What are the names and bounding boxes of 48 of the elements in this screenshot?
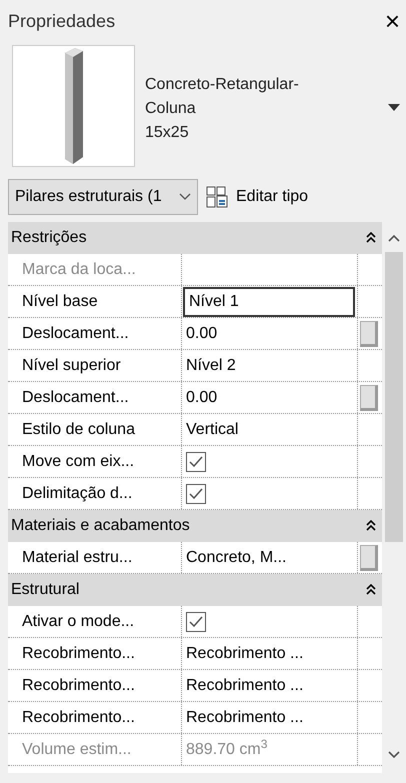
property-label: Estilo de coluna xyxy=(22,420,135,440)
property-value: Recobrimento ... xyxy=(186,708,304,728)
edit-type-button[interactable]: Editar tipo xyxy=(206,185,308,209)
property-label: Ativar o mode... xyxy=(22,612,134,632)
check-icon xyxy=(188,614,204,628)
property-label: Nível superior xyxy=(22,356,121,376)
property-value: Nível 2 xyxy=(186,356,236,376)
panel-title: Propriedades xyxy=(8,10,116,33)
close-button[interactable]: × xyxy=(384,8,400,34)
property-label: Recobrimento... xyxy=(22,708,135,728)
collapse-icon xyxy=(366,232,376,244)
chevron-down-icon xyxy=(179,193,191,201)
scrollbar-thumb[interactable] xyxy=(385,252,403,542)
scroll-up-icon[interactable] xyxy=(388,234,400,242)
type-name: Concreto-Retangular-Coluna xyxy=(145,75,300,119)
dropdown-arrow-icon[interactable] xyxy=(388,104,400,112)
property-label: Delimitação d... xyxy=(22,484,132,504)
property-label: Volume estim... xyxy=(22,740,132,760)
section-header[interactable]: Restrições xyxy=(8,222,382,254)
collapse-icon xyxy=(366,520,376,532)
check-icon xyxy=(188,454,204,468)
property-value: 889.70 cm$^{3}$ xyxy=(186,738,268,760)
scroll-down-icon[interactable] xyxy=(388,751,400,759)
property-label: Recobrimento... xyxy=(22,644,135,664)
checkbox[interactable] xyxy=(186,452,206,472)
property-label: Material estru... xyxy=(22,548,132,568)
property-value: 0.00 xyxy=(186,324,218,344)
property-label: Marca da loca... xyxy=(22,260,136,280)
property-label: Deslocament... xyxy=(22,388,129,408)
collapse-icon xyxy=(366,584,376,596)
check-icon xyxy=(188,486,204,500)
edit-type-icon xyxy=(206,186,228,208)
checkbox[interactable] xyxy=(186,612,206,632)
category-dropdown[interactable]: Pilares estruturais (1 xyxy=(8,179,198,215)
property-value: Recobrimento ... xyxy=(186,676,304,696)
property-value: 0.00 xyxy=(186,388,218,408)
checkbox[interactable] xyxy=(186,484,206,504)
property-value: Vertical xyxy=(186,420,238,440)
property-label: Move com eix... xyxy=(22,452,134,472)
type-size: 15x25 xyxy=(145,123,190,143)
section-header[interactable]: Estrutural xyxy=(8,574,382,606)
value-field[interactable]: Nível 1 xyxy=(183,286,355,316)
property-value: Concreto, M... xyxy=(186,548,286,568)
property-label: Recobrimento... xyxy=(22,676,135,696)
property-label: Nível base xyxy=(22,292,98,312)
property-value: Recobrimento ... xyxy=(186,644,304,664)
property-label: Deslocament... xyxy=(22,324,129,344)
section-header[interactable]: Materiais e acabamentos xyxy=(8,510,382,542)
